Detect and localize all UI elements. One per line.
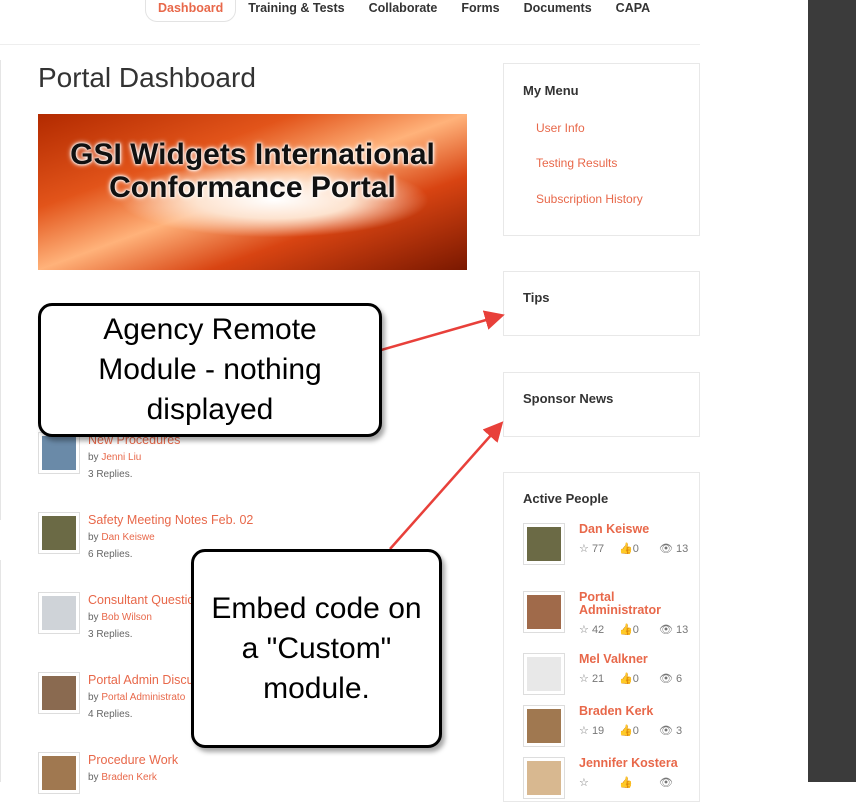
arrow bbox=[380, 310, 505, 352]
callout-embed: Embed code on a "Custom" module. bbox=[191, 549, 442, 748]
arrow bbox=[389, 421, 504, 550]
callout-agency: Agency Remote Module - nothing displayed bbox=[38, 303, 382, 437]
